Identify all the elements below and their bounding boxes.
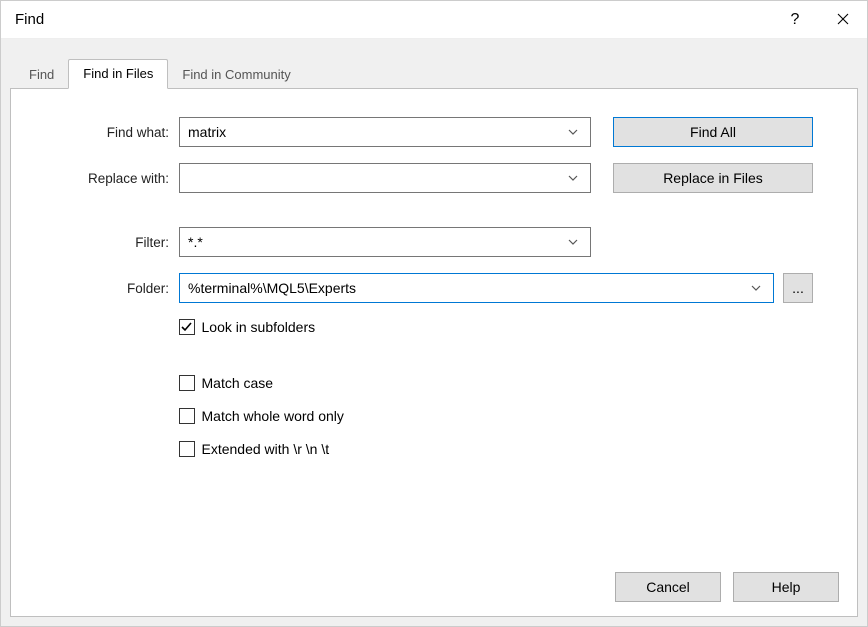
checkmark-icon	[181, 320, 192, 335]
cancel-button[interactable]: Cancel	[615, 572, 721, 602]
find-what-label: Find what:	[39, 125, 179, 140]
tab-find[interactable]: Find	[15, 61, 68, 89]
titlebar: Find ?	[1, 1, 867, 39]
find-what-input[interactable]	[188, 124, 564, 140]
dialog-footer: Cancel Help	[615, 572, 839, 602]
browse-folder-button[interactable]: ...	[783, 273, 813, 303]
look-in-subfolders-label[interactable]: Look in subfolders	[202, 319, 316, 335]
help-button[interactable]: Help	[733, 572, 839, 602]
tab-strip: Find Find in Files Find in Community	[1, 39, 867, 89]
tab-panel: Find what: Find All Replace with:	[10, 89, 858, 617]
match-whole-word-label[interactable]: Match whole word only	[202, 408, 344, 424]
titlebar-help-button[interactable]: ?	[771, 1, 819, 39]
match-case-label[interactable]: Match case	[202, 375, 274, 391]
tab-find-in-files[interactable]: Find in Files	[68, 59, 168, 89]
window-title: Find	[15, 11, 771, 28]
filter-label: Filter:	[39, 235, 179, 250]
replace-in-files-button[interactable]: Replace in Files	[613, 163, 813, 193]
chevron-down-icon[interactable]	[564, 239, 582, 245]
replace-with-label: Replace with:	[39, 171, 179, 186]
replace-with-combo[interactable]	[179, 163, 591, 193]
folder-input[interactable]	[188, 280, 747, 296]
match-case-checkbox[interactable]	[179, 375, 195, 391]
filter-combo[interactable]	[179, 227, 591, 257]
dialog-content: Find Find in Files Find in Community Fin…	[1, 39, 867, 626]
close-icon	[837, 12, 849, 28]
folder-combo[interactable]	[179, 273, 774, 303]
look-in-subfolders-checkbox[interactable]	[179, 319, 195, 335]
chevron-down-icon[interactable]	[564, 129, 582, 135]
filter-input[interactable]	[188, 234, 564, 250]
chevron-down-icon[interactable]	[564, 175, 582, 181]
titlebar-close-button[interactable]	[819, 1, 867, 39]
find-all-button[interactable]: Find All	[613, 117, 813, 147]
extended-label[interactable]: Extended with \r \n \t	[202, 441, 330, 457]
match-whole-word-checkbox[interactable]	[179, 408, 195, 424]
extended-checkbox[interactable]	[179, 441, 195, 457]
tab-find-in-community[interactable]: Find in Community	[168, 61, 304, 89]
find-what-combo[interactable]	[179, 117, 591, 147]
chevron-down-icon[interactable]	[747, 285, 765, 291]
dialog-window: Find ? Find Find in Files Find in Commun…	[0, 0, 868, 627]
folder-label: Folder:	[39, 281, 179, 296]
replace-with-input[interactable]	[188, 170, 564, 186]
help-icon: ?	[791, 11, 800, 29]
